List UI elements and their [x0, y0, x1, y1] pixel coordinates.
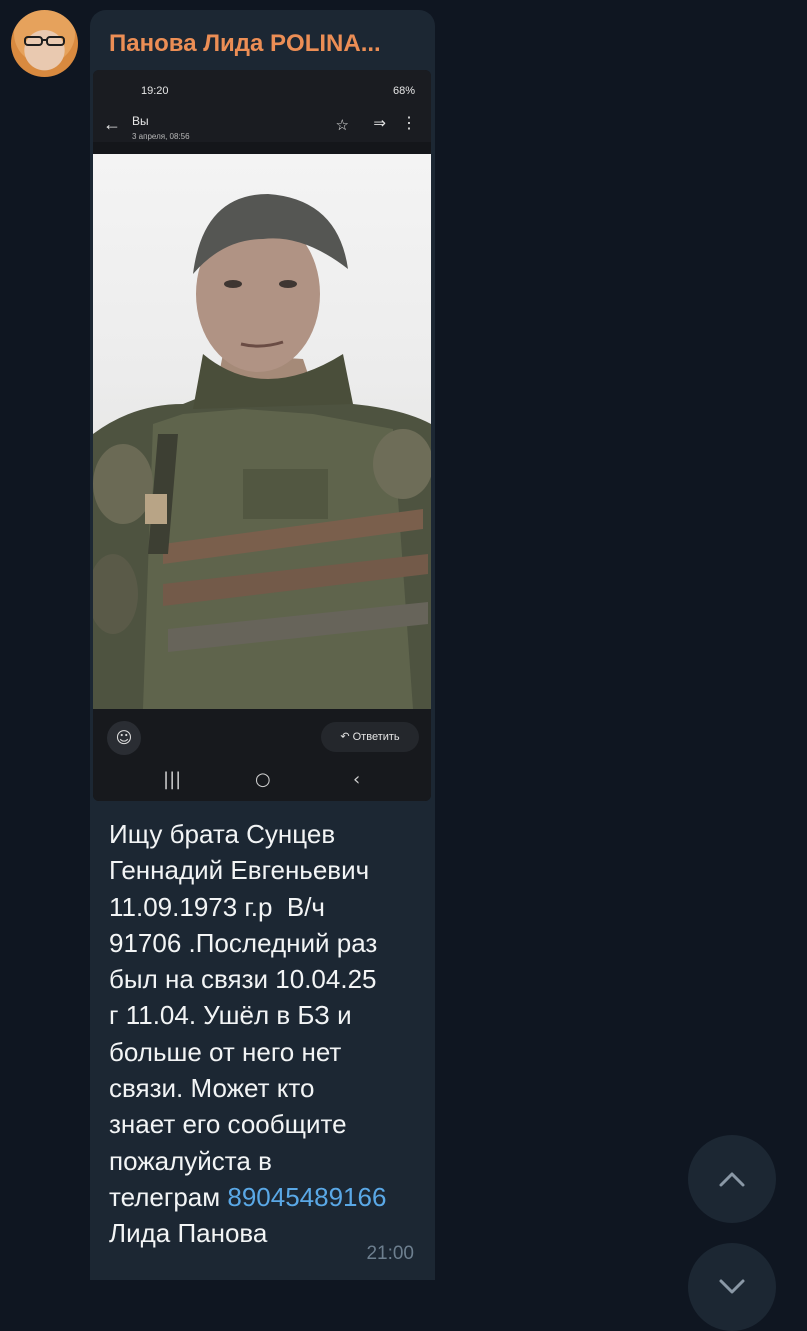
scroll-down-button[interactable]: [688, 1243, 776, 1331]
arrow-left-icon: ←: [103, 114, 121, 134]
screenshot-nav-bar: ||| ○ ‹: [93, 769, 431, 801]
reply-arrow-icon: ↶: [340, 731, 353, 743]
attached-photo[interactable]: 19:20 68% ← Вы 3 апреля, 08:56 ☆ ⇒ ⋮ ☺ ↶…: [93, 70, 431, 801]
message-line: 11.09.1973 г.р В/ч: [109, 891, 325, 922]
screenshot-status-time: 19:20: [141, 85, 169, 97]
photo-illustration: [93, 194, 431, 709]
message-line: 91706 .Последний раз: [109, 927, 378, 958]
chevron-up-icon: [719, 1172, 745, 1187]
star-icon: ☆: [335, 117, 349, 134]
message-bubble[interactable]: Панова Лида POLINA... 19:20 68% ← Вы 3 а…: [90, 10, 435, 1280]
message-line: пожалуйста в: [109, 1145, 272, 1176]
photo-content: [93, 154, 431, 709]
screenshot-bottom-bar: ☺ ↶ Ответить ||| ○ ‹: [93, 709, 431, 801]
message-line: Геннадий Евгеньевич: [109, 855, 370, 886]
screenshot-title: Вы: [132, 114, 149, 128]
scroll-up-button[interactable]: [688, 1135, 776, 1223]
screenshot-battery: 68%: [392, 85, 415, 97]
back-chevron-icon: ‹: [353, 769, 361, 790]
message-line: связи. Может кто: [109, 1073, 315, 1104]
chat-view: Панова Лида POLINA... 19:20 68% ← Вы 3 а…: [0, 0, 807, 1331]
message-line: больше от него нет: [109, 1036, 342, 1067]
sender-avatar[interactable]: [11, 10, 78, 77]
sender-name[interactable]: Панова Лида POLINA...: [109, 30, 429, 58]
screenshot-status-bar: 19:20 68%: [93, 70, 431, 110]
screenshot-reply-button: ↶ Ответить: [321, 722, 419, 752]
recent-apps-icon: |||: [163, 769, 182, 790]
screenshot-toolbar: ← Вы 3 апреля, 08:56 ☆ ⇒ ⋮: [93, 110, 431, 142]
message-line-prefix: телеграм: [109, 1181, 228, 1212]
more-vertical-icon: ⋮: [401, 115, 417, 132]
message-line: Ищу брата Сунцев: [109, 819, 336, 849]
message-signature: Лида Панова: [109, 1218, 268, 1249]
emoji-icon: ☺: [107, 721, 141, 755]
screenshot-reply-label: Ответить: [352, 731, 400, 743]
message-line: знает его сообщите: [109, 1109, 347, 1140]
home-icon: ○: [255, 769, 271, 790]
phone-link[interactable]: 89045489166: [227, 1182, 386, 1212]
chevron-down-icon: [719, 1279, 745, 1294]
message-line: был на связи 10.04.25: [109, 964, 377, 995]
message-time: 21:00: [366, 1243, 414, 1264]
avatar-glasses: [24, 36, 65, 46]
forward-icon: ⇒: [373, 115, 386, 132]
message-text: Ищу брата Сунцев Геннадий Евгеньевич 11.…: [109, 816, 429, 1252]
message-line: г 11.04. Ушёл в БЗ и: [109, 1000, 352, 1031]
screenshot-date: 3 апреля, 08:56: [132, 132, 190, 141]
